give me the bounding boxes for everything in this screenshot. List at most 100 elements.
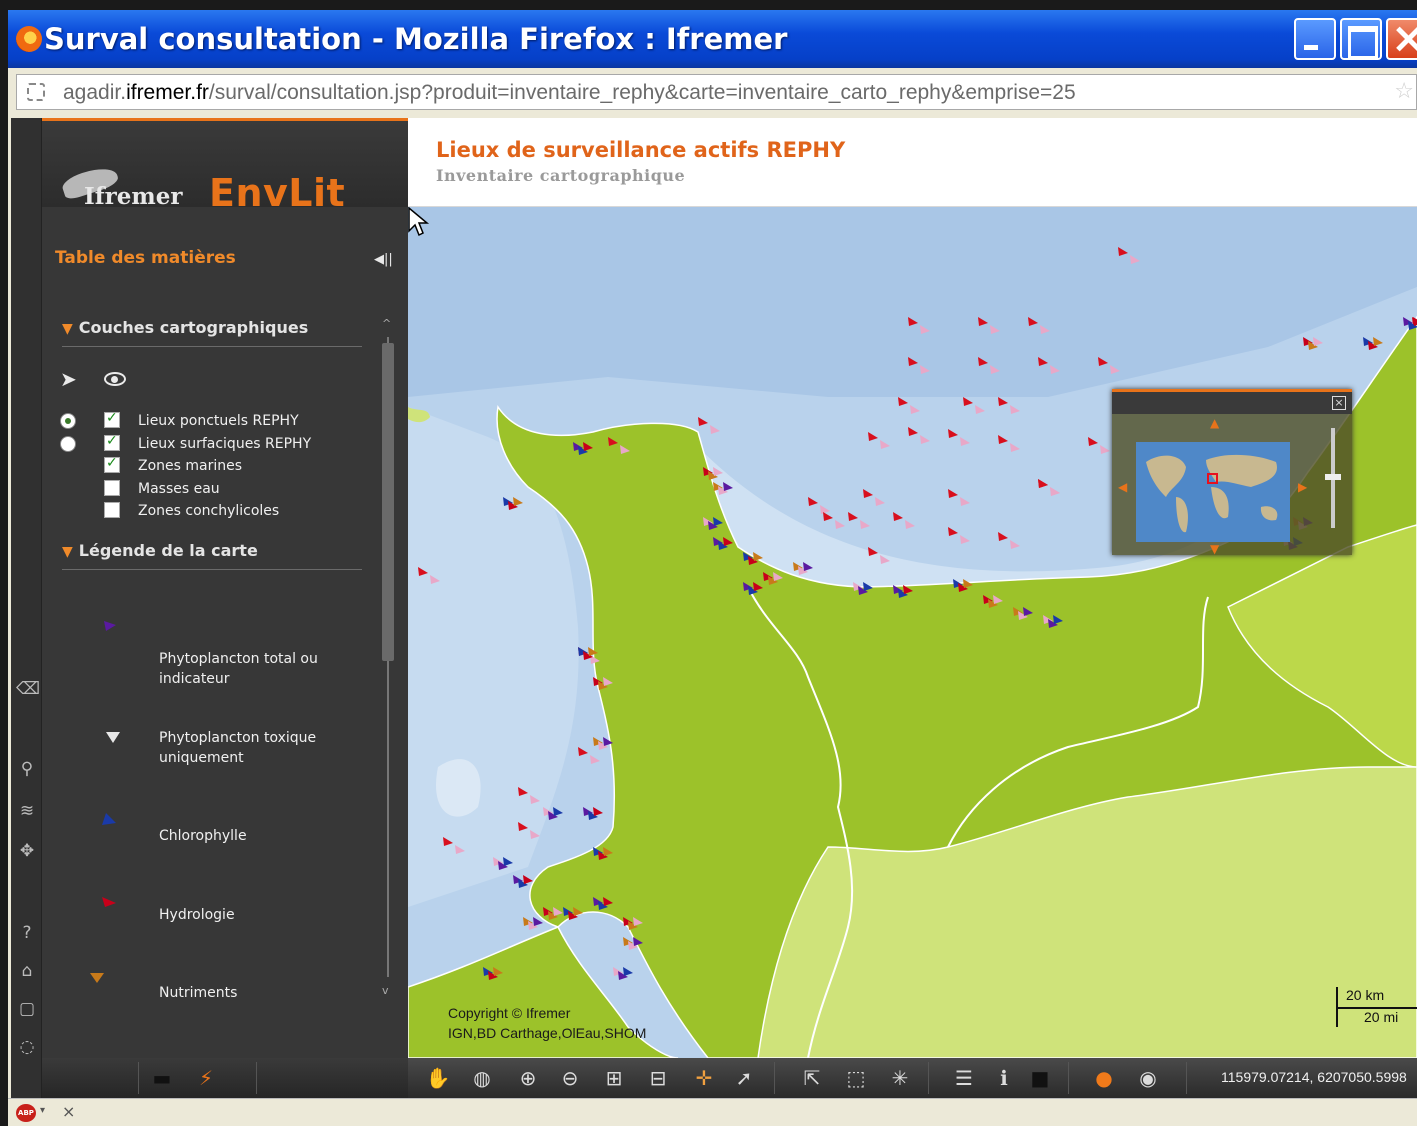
layer-row[interactable]: Lieux ponctuels REPHY [60,410,380,433]
site-marker[interactable] [593,807,603,816]
zoom-in-icon[interactable]: ⊕ [512,1062,544,1094]
close-button[interactable] [1386,18,1417,60]
bookmark-icon[interactable]: ⌂ [16,960,38,982]
site-marker[interactable] [998,435,1008,444]
site-marker[interactable] [963,397,973,406]
site-marker[interactable] [1373,337,1383,346]
select-tool-icon[interactable]: ⇱ [796,1062,828,1094]
filter-icon[interactable]: ⚡ [190,1062,222,1094]
address-bar[interactable]: agadir.ifremer.fr/surval/consultation.js… [16,74,1417,110]
scroll-down-icon[interactable]: v [382,984,389,997]
layer-radio[interactable] [60,436,76,452]
site-marker[interactable] [998,532,1008,541]
overview-map-window[interactable]: × ▲ ▼ ◀ ▶ [1112,389,1352,556]
site-marker[interactable] [623,967,633,976]
dropdown-arrow-icon[interactable]: ▾ [40,1105,45,1116]
site-marker[interactable] [835,520,845,529]
layer-radio[interactable] [60,413,76,429]
map-canvas[interactable]: Copyright © Ifremer IGN,BD Carthage,OlEa… [408,207,1417,1058]
info-icon[interactable]: ℹ [988,1062,1020,1094]
pan-right-icon[interactable]: ▶ [1298,480,1307,494]
site-marker[interactable] [523,875,533,884]
site-marker[interactable] [710,425,720,434]
layer-checkbox[interactable] [104,433,120,451]
tag-icon[interactable]: ⌫ [16,678,40,700]
pan-left-icon[interactable]: ◀ [1118,480,1127,494]
layer-checkbox[interactable] [104,455,120,473]
site-marker[interactable] [948,489,958,498]
site-marker[interactable] [960,497,970,506]
site-marker[interactable] [1010,540,1020,549]
zoom-box-out-icon[interactable]: ⊟ [642,1062,674,1094]
site-marker[interactable] [823,512,833,521]
site-marker[interactable] [1010,443,1020,452]
site-marker[interactable] [998,397,1008,406]
overview-close-icon[interactable]: × [1332,396,1346,410]
globe-extent-icon[interactable]: ◍ [466,1062,498,1094]
zoom-out-icon[interactable]: ⊖ [554,1062,586,1094]
site-marker[interactable] [960,437,970,446]
url-text[interactable]: agadir.ifremer.fr/surval/consultation.js… [63,81,1076,105]
site-marker[interactable] [908,427,918,436]
select-icon[interactable]: ➚ [728,1062,760,1094]
minimize-button[interactable] [1294,18,1336,60]
legend-section-header[interactable]: ▼ Légende de la carte [62,541,362,570]
close-addon-icon[interactable]: × [62,1102,75,1121]
site-marker[interactable] [848,512,858,521]
site-marker[interactable] [808,497,818,506]
site-marker[interactable] [1038,479,1048,488]
zoom-box-in-icon[interactable]: ⊞ [598,1062,630,1094]
layer-checkbox[interactable] [104,480,120,496]
globe-icon[interactable]: ◉ [1132,1062,1164,1094]
site-marker[interactable] [905,520,915,529]
site-marker[interactable] [868,432,878,441]
bookmark-star-icon[interactable]: ☆ [1394,79,1414,104]
pan-up-icon[interactable]: ▲ [1210,416,1219,430]
comment-icon[interactable]: ◌ [16,1036,38,1058]
layer-checkbox[interactable] [104,410,120,428]
select-rect-icon[interactable]: ⬚ [840,1062,872,1094]
layers-icon[interactable]: ≋ [16,800,38,822]
overview-zoom-knob[interactable] [1325,474,1341,480]
folder-icon[interactable]: ▬ [146,1062,178,1094]
navigate-icon[interactable]: ✥ [16,840,38,862]
wrench-icon[interactable]: ⚲ [16,758,38,780]
scroll-up-icon[interactable]: ^ [382,317,391,330]
adblock-plus-icon[interactable]: ABP [16,1104,36,1122]
layer-icon[interactable]: ■ [1024,1062,1056,1094]
site-marker[interactable] [975,405,985,414]
layer-row[interactable]: Zones conchylicoles [60,501,380,523]
site-marker[interactable] [1100,445,1110,454]
window-icon[interactable]: ▢ [16,998,38,1020]
world-map-icon[interactable]: ● [1088,1062,1120,1094]
site-marker[interactable] [590,755,600,764]
scrollbar-thumb[interactable] [382,343,394,661]
layers-section-header[interactable]: ▼ Couches cartographiques [62,318,362,347]
site-marker[interactable] [1050,487,1060,496]
layer-row[interactable]: Masses eau [60,479,380,501]
site-marker[interactable] [948,429,958,438]
site-marker[interactable] [698,417,708,426]
center-icon[interactable]: ✛ [688,1062,720,1094]
site-marker[interactable] [880,440,890,449]
layer-checkbox[interactable] [104,502,120,518]
site-marker[interactable] [960,535,970,544]
layer-row[interactable]: Zones marines [60,455,380,478]
site-marker[interactable] [1313,337,1323,346]
select-point-icon[interactable]: ✳ [884,1062,916,1094]
site-marker[interactable] [860,520,870,529]
site-marker[interactable] [863,489,873,498]
site-marker[interactable] [948,527,958,536]
maximize-button[interactable] [1340,18,1382,60]
site-marker[interactable] [898,397,908,406]
pan-hand-icon[interactable]: ✋ [422,1062,454,1094]
site-marker[interactable] [910,405,920,414]
site-marker[interactable] [1088,437,1098,446]
toc-scrollbar[interactable]: ^ v [382,317,394,997]
site-marker[interactable] [1010,405,1020,414]
site-marker[interactable] [893,512,903,521]
list-icon[interactable]: ☰ [948,1062,980,1094]
site-marker[interactable] [875,497,885,506]
site-marker[interactable] [820,505,830,514]
site-marker[interactable] [578,747,588,756]
